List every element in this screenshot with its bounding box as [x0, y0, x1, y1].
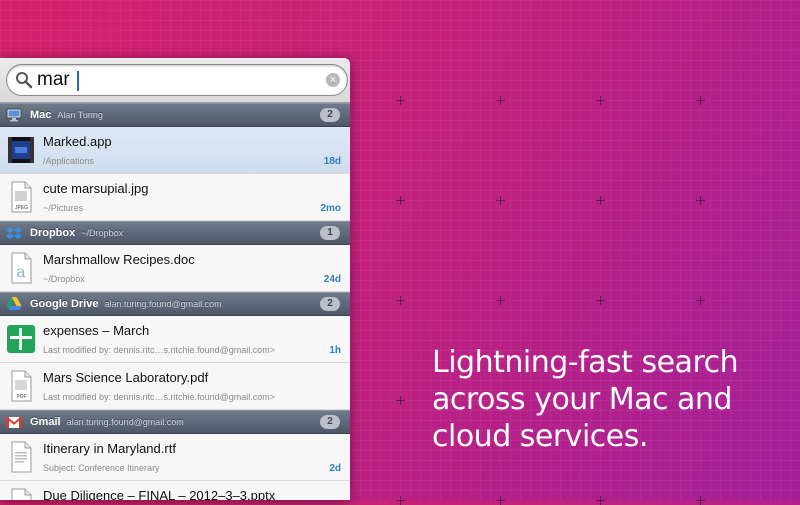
rtf-file-icon [11, 441, 32, 473]
mac-monitor-icon [6, 108, 22, 122]
text-caret [77, 71, 79, 91]
result-row-mars-science-laboratory[interactable]: PDF Mars Science Laboratory.pdf Last mod… [0, 363, 350, 410]
result-row-marked-app[interactable]: Marked.app /Applications 18d [0, 127, 350, 174]
result-age: 24d [323, 274, 341, 285]
section-count-badge: 2 [320, 297, 340, 311]
result-row-expenses-march[interactable]: expenses – March Last modified by: denni… [0, 316, 350, 363]
tagline: Lightning-fast search across your Mac an… [432, 344, 792, 455]
clear-search-icon[interactable]: × [326, 73, 340, 87]
result-title: Marshmallow Recipes.doc [43, 252, 195, 267]
pdf-file-icon: PDF [11, 370, 32, 402]
jpeg-file-icon: JPEG [11, 181, 32, 213]
section-header-google-drive: Google Drive alan.turing.found@gmail.com … [0, 292, 350, 316]
section-count-badge: 2 [320, 108, 340, 122]
svg-text:PDF: PDF [17, 394, 27, 400]
gmail-icon [6, 416, 22, 428]
tagline-line-2: across your Mac and [432, 382, 732, 417]
section-header-mac: Mac Alan Turing 2 [0, 103, 350, 127]
result-title: Itinerary in Maryland.rtf [43, 441, 176, 456]
section-name: Dropbox ~/Dropbox [30, 227, 124, 239]
result-age: 1h [329, 345, 341, 356]
search-input[interactable] [37, 67, 317, 93]
result-row-due-diligence[interactable]: Due Diligence – FINAL – 2012–3–3.pptx [0, 481, 350, 500]
result-path: ~/Dropbox [43, 274, 85, 284]
result-subject: Subject: Conference Itinerary [43, 463, 160, 473]
section-header-dropbox: Dropbox ~/Dropbox 1 [0, 221, 350, 245]
result-path: /Applications [43, 156, 95, 166]
result-age: 2mo [320, 203, 341, 214]
result-path: ~/Pictures [43, 203, 84, 213]
section-count-badge: 1 [320, 226, 340, 240]
result-title: cute marsupial.jpg [43, 181, 149, 196]
search-field[interactable]: × [6, 64, 348, 96]
section-name: Gmail alan.turing.found@gmail.com [30, 416, 184, 428]
result-row-marshmallow-recipes[interactable]: a Marshmallow Recipes.doc ~/Dropbox 24d [0, 245, 350, 292]
result-row-cute-marsupial[interactable]: JPEG cute marsupial.jpg ~/Pictures 2mo [0, 174, 350, 221]
result-title: Mars Science Laboratory.pdf [43, 370, 209, 385]
search-panel: × MacAlan Turing 2 Marked.app /Applicati… [0, 58, 350, 500]
pptx-file-icon [11, 488, 32, 500]
tagline-line-3: cloud services. [432, 419, 648, 454]
section-name: Mac Alan Turing [30, 109, 103, 121]
result-title: Due Diligence – FINAL – 2012–3–3.pptx [43, 488, 276, 500]
tagline-line-1: Lightning-fast search [432, 345, 739, 380]
result-modified-by: Last modified by: dennis.ritc…s.ritchie.… [43, 345, 275, 355]
result-title: Marked.app [43, 134, 112, 149]
result-age: 18d [323, 156, 341, 167]
section-account: alan.turing.found@gmail.com [104, 299, 222, 309]
section-account: Alan Turing [57, 110, 103, 120]
app-icon [8, 137, 34, 163]
section-count-badge: 2 [320, 415, 340, 429]
svg-text:JPEG: JPEG [15, 205, 28, 211]
result-row-itinerary-maryland[interactable]: Itinerary in Maryland.rtf Subject: Confe… [0, 434, 350, 481]
section-header-gmail: Gmail alan.turing.found@gmail.com 2 [0, 410, 350, 434]
dropbox-icon [6, 227, 22, 239]
doc-file-icon: a [11, 252, 32, 284]
search-icon [16, 72, 33, 89]
section-account: alan.turing.found@gmail.com [66, 417, 184, 427]
svg-text:a: a [16, 262, 26, 281]
section-name: Google Drive alan.turing.found@gmail.com [30, 298, 222, 310]
result-modified-by: Last modified by: dennis.ritc…s.ritchie.… [43, 392, 275, 402]
section-account: ~/Dropbox [81, 228, 124, 238]
search-bar: × [0, 58, 350, 103]
google-drive-icon [6, 297, 22, 310]
result-title: expenses – March [43, 323, 150, 338]
result-age: 2d [329, 463, 341, 474]
spreadsheet-icon [7, 325, 35, 353]
